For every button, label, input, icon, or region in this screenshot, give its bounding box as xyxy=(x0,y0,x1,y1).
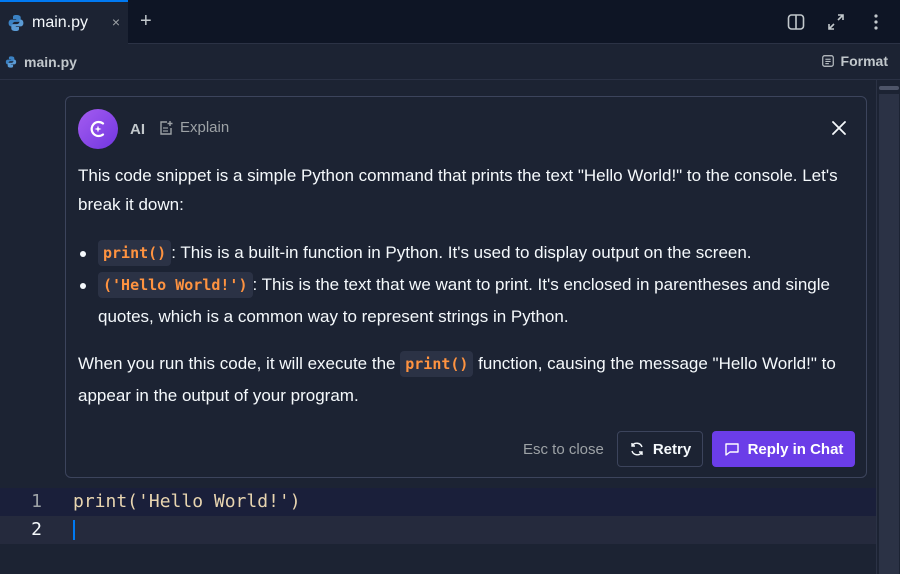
line-number: 1 xyxy=(31,491,42,512)
text-cursor xyxy=(73,520,75,540)
split-pane-icon[interactable] xyxy=(786,12,806,32)
editor-line[interactable]: 2 xyxy=(0,516,876,544)
explain-mode: Explain xyxy=(158,119,229,136)
line-number: 2 xyxy=(31,519,42,540)
list-item: ('Hello World!'): This is the text that … xyxy=(78,269,858,332)
esc-hint: Esc to close xyxy=(523,441,604,458)
explanation-list: print(): This is a built-in function in … xyxy=(78,237,858,332)
editor-line[interactable]: 1 print('Hello World!') xyxy=(0,488,876,516)
ai-name: AI xyxy=(130,121,145,138)
explain-icon xyxy=(160,120,173,135)
list-item: print(): This is a built-in function in … xyxy=(78,237,858,269)
tab-label: main.py xyxy=(32,14,89,31)
python-icon xyxy=(5,56,17,68)
retry-label: Retry xyxy=(652,440,692,458)
format-button[interactable]: Format xyxy=(821,53,888,69)
ai-assistant-icon xyxy=(90,120,105,138)
add-tab-button[interactable]: + xyxy=(140,10,152,33)
reply-in-chat-button[interactable]: Reply in Chat xyxy=(712,431,855,467)
scroll-thumb[interactable] xyxy=(879,86,899,90)
breadcrumb-file: main.py xyxy=(24,54,77,70)
explanation-summary: When you run this code, it will execute … xyxy=(78,348,858,412)
ai-explain-panel: AI Explain This code snippet is a simple… xyxy=(65,96,867,478)
explain-label: Explain xyxy=(180,119,230,136)
breadcrumb[interactable]: main.py xyxy=(4,54,77,70)
summary-text: When you run this code, it will execute … xyxy=(78,354,401,373)
maximize-icon[interactable] xyxy=(826,12,846,32)
more-options-icon[interactable] xyxy=(866,12,886,32)
breadcrumb-bar: main.py Format xyxy=(0,44,900,80)
tab-bar: main.py × + xyxy=(0,0,900,44)
tab-bar-actions xyxy=(786,12,886,32)
tab-main-py[interactable]: main.py × xyxy=(0,0,128,44)
inline-code: print() xyxy=(98,240,172,266)
ai-response: This code snippet is a simple Python com… xyxy=(78,161,858,412)
reply-label: Reply in Chat xyxy=(747,440,844,458)
line-code[interactable]: print('Hello World!') xyxy=(73,491,301,512)
retry-button[interactable]: Retry xyxy=(617,431,703,467)
scroll-track[interactable] xyxy=(879,94,899,574)
format-icon xyxy=(821,55,834,67)
chat-icon xyxy=(724,443,739,456)
python-icon xyxy=(8,15,24,31)
explanation-intro: This code snippet is a simple Python com… xyxy=(78,166,838,214)
refresh-icon xyxy=(631,442,643,456)
inline-code: ('Hello World!') xyxy=(98,272,253,298)
inline-code: print() xyxy=(400,351,474,377)
format-label: Format xyxy=(840,53,888,69)
list-item-text: : This is a built-in function in Python.… xyxy=(171,243,752,262)
editor-scrollbar[interactable] xyxy=(876,80,900,574)
close-icon[interactable] xyxy=(830,119,848,137)
tab-close-icon[interactable]: × xyxy=(112,14,120,30)
ai-avatar xyxy=(78,109,118,149)
